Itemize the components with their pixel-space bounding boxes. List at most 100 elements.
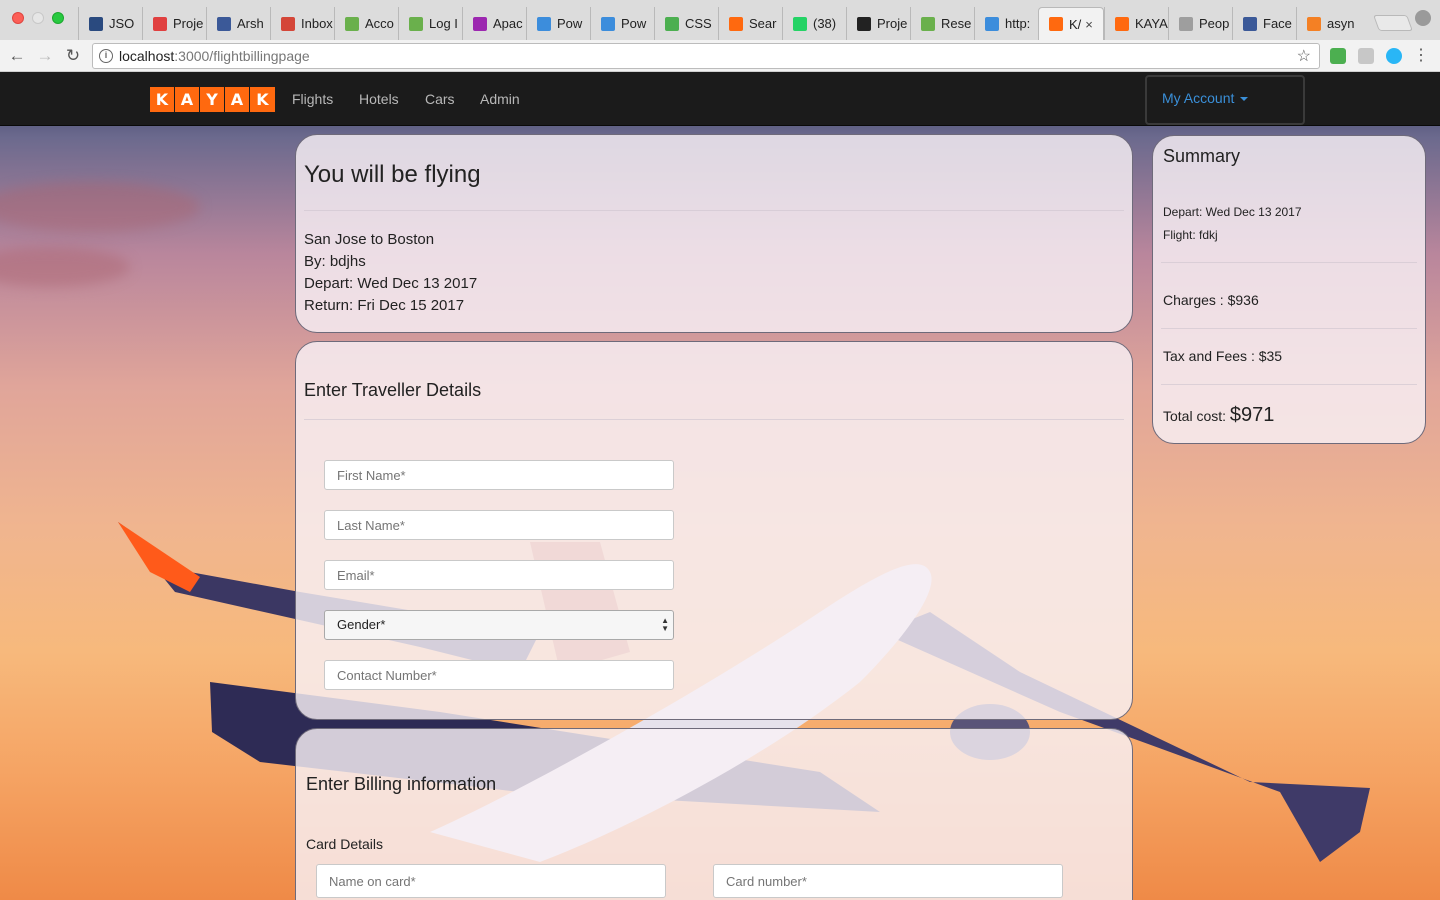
last-name-input[interactable] [324,510,674,540]
cors-extension-icon[interactable] [1330,48,1346,64]
browser-tab[interactable]: Sear [718,7,782,40]
tab-favicon-icon [89,16,103,31]
contact-number-input[interactable] [324,660,674,690]
nav-link-flights[interactable]: Flights [292,91,333,107]
card-number-input[interactable] [713,864,1063,898]
logo-letter: A [175,87,200,112]
forward-arrow-icon[interactable]: → [34,45,56,67]
url-text[interactable]: localhost:3000/flightbillingpage [119,48,310,64]
billing-info-card: Enter Billing information Card Details [295,728,1133,900]
flight-route: San Jose to Boston [304,231,435,248]
tab-label: Proje [173,16,204,31]
tab-favicon-icon [1115,16,1129,31]
my-account-dropdown[interactable]: My Account [1145,75,1305,125]
site-info-icon[interactable]: i [99,49,113,63]
browser-tab[interactable]: asyn [1296,7,1360,40]
browser-tab[interactable]: Rese [910,7,974,40]
divider [1161,384,1417,385]
browser-tab[interactable]: Arsh [206,7,270,40]
tab-favicon-icon [857,16,871,31]
browser-tabs: JSO Proje Arsh Inbox Acco Log I Apac Pow Pow CSS S… [78,7,1360,40]
tab-favicon-icon [1243,16,1257,31]
browser-tab[interactable]: (38) [782,7,846,40]
tab-label: Peop [1199,16,1230,31]
divider [304,210,1124,211]
profile-icon[interactable] [1415,10,1431,26]
browser-tab[interactable]: Peop [1168,7,1232,40]
my-account-toggle[interactable]: My Account [1162,90,1249,106]
browser-tab[interactable]: Proje [142,7,206,40]
nav-link-admin[interactable]: Admin [480,91,520,107]
window-minimize-button[interactable] [32,12,44,24]
traveller-details-title: Enter Traveller Details [304,380,482,400]
nav-link-hotels[interactable]: Hotels [359,91,399,107]
kayak-logo[interactable]: KAYAK [150,87,275,112]
flight-info-card: You will be flying San Jose to Boston By… [295,134,1133,333]
browser-tab[interactable]: Log I [398,7,462,40]
browser-tab[interactable]: Proje [846,7,910,40]
flight-carrier: By: bdjhs [304,253,366,270]
divider [1161,328,1417,329]
divider [304,419,1124,420]
tab-label: Apac [493,16,523,31]
browser-tab[interactable]: Pow [590,7,654,40]
tab-favicon-icon [409,16,423,31]
window-close-button[interactable] [12,12,24,24]
window-zoom-button[interactable] [52,12,64,24]
chevron-down-icon [1240,97,1249,102]
tab-close-icon[interactable]: × [1085,17,1093,32]
tab-label: Acco [365,16,394,31]
tab-label: (38) [813,16,837,31]
top-navbar: KAYAK Flights Hotels Cars Admin My Accou… [0,72,1440,126]
email-input[interactable] [324,560,674,590]
tab-label: http: [1005,16,1031,31]
logo-letter: A [225,87,250,112]
address-bar[interactable]: i localhost:3000/flightbillingpage ☆ [92,43,1320,69]
bookmark-star-icon[interactable]: ☆ [1297,46,1311,66]
first-name-input[interactable] [324,460,674,490]
tab-label: KAYA [1135,16,1168,31]
browser-tab[interactable]: http: [974,7,1038,40]
tab-label: Arsh [237,16,264,31]
summary-depart-date: Depart: Wed Dec 13 2017 [1163,205,1302,219]
browser-menu-icon[interactable]: ⋮ [1410,45,1432,67]
tab-favicon-icon [345,16,359,31]
summary-total: Total cost: $971 [1163,404,1274,427]
extension-icon[interactable] [1358,48,1374,64]
tab-label: Rese [941,16,972,31]
summary-total-value: $971 [1229,404,1275,426]
flight-return-date: Return: Fri Dec 15 2017 [304,297,465,314]
tab-favicon-icon [281,16,295,31]
extension-icon[interactable] [1386,48,1402,64]
tab-favicon-icon [473,16,487,31]
summary-flight: Flight: fdkj [1163,228,1218,242]
tab-label: asyn [1327,16,1355,31]
browser-tab[interactable]: Pow [526,7,590,40]
browser-tab[interactable]: KAYA [1104,7,1168,40]
gender-select[interactable]: Gender* ▲ ▼ [324,610,674,640]
tab-favicon-icon [729,16,743,31]
browser-tab[interactable]: Acco [334,7,398,40]
traveller-details-card: Enter Traveller Details Gender* ▲▼ [295,341,1133,720]
new-tab-button[interactable] [1373,15,1413,31]
browser-tab[interactable]: Face [1232,7,1296,40]
my-account-label: My Account [1162,90,1235,106]
back-arrow-icon[interactable]: ← [6,45,28,67]
billing-info-title: Enter Billing information [306,774,497,794]
summary-title: Summary [1163,146,1241,166]
tab-favicon-icon [1179,16,1193,31]
browser-tab[interactable]: JSO [78,7,142,40]
reload-icon[interactable]: ↻ [62,45,84,67]
browser-tab[interactable]: K/× [1038,7,1104,40]
url-path: :3000/flightbillingpage [174,48,310,64]
browser-tab[interactable]: CSS [654,7,718,40]
browser-tab[interactable]: Apac [462,7,526,40]
tab-label: Log I [429,16,458,31]
name-on-card-input[interactable] [316,864,666,898]
gender-select-value: Gender* [337,617,386,632]
tab-favicon-icon [1049,17,1063,31]
browser-tab[interactable]: Inbox [270,7,334,40]
nav-link-cars[interactable]: Cars [425,91,455,107]
summary-charges: Charges : $936 [1163,292,1259,308]
tab-favicon-icon [217,16,231,31]
